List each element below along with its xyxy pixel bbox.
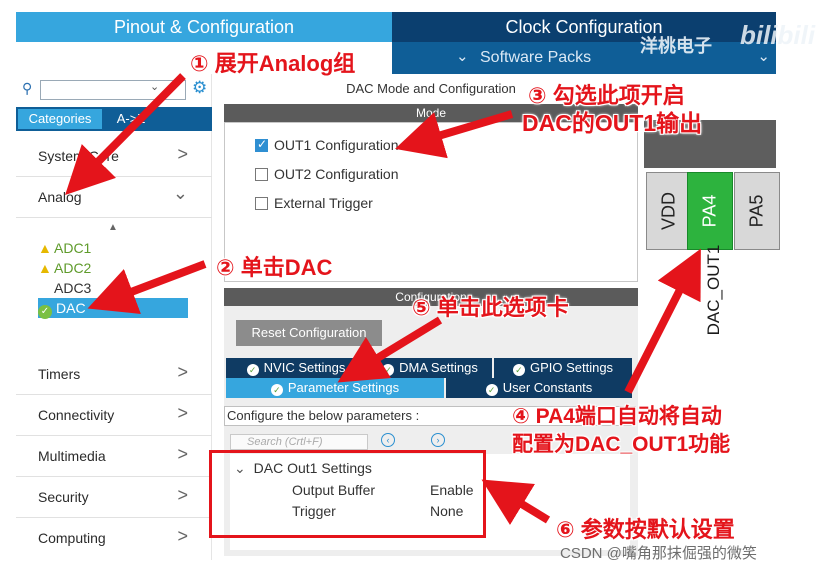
arrow-icon [337, 316, 443, 383]
annotation-step-4-line2: 配置为DAC_OUT1功能 [512, 433, 731, 456]
annotation-step-6: ⑥ 参数按默认设置 [556, 517, 735, 542]
arrow-icon [394, 110, 514, 159]
annotation-arrows [65, 73, 701, 525]
annotation-step-3-line2: DAC的OUT1输出 [522, 110, 703, 136]
footer-credit: CSDN @嘴角那抹倔强的微笑 [560, 545, 757, 562]
annotation-step-4-line1: ④ PA4端口自动将自动 [512, 405, 722, 428]
arrow-icon [65, 73, 186, 196]
arrow-icon [87, 260, 207, 314]
annotation-step-2: ② 单击DAC [216, 255, 333, 280]
annotation-step-1: ① 展开Analog组 [190, 51, 356, 76]
arrow-icon [624, 248, 701, 394]
screenshot: { "header": { "tab_pinout": "Pinout & Co… [0, 0, 825, 571]
annotation-step-5: ⑤ 单击此选项卡 [412, 295, 569, 320]
arrow-icon [481, 479, 551, 525]
